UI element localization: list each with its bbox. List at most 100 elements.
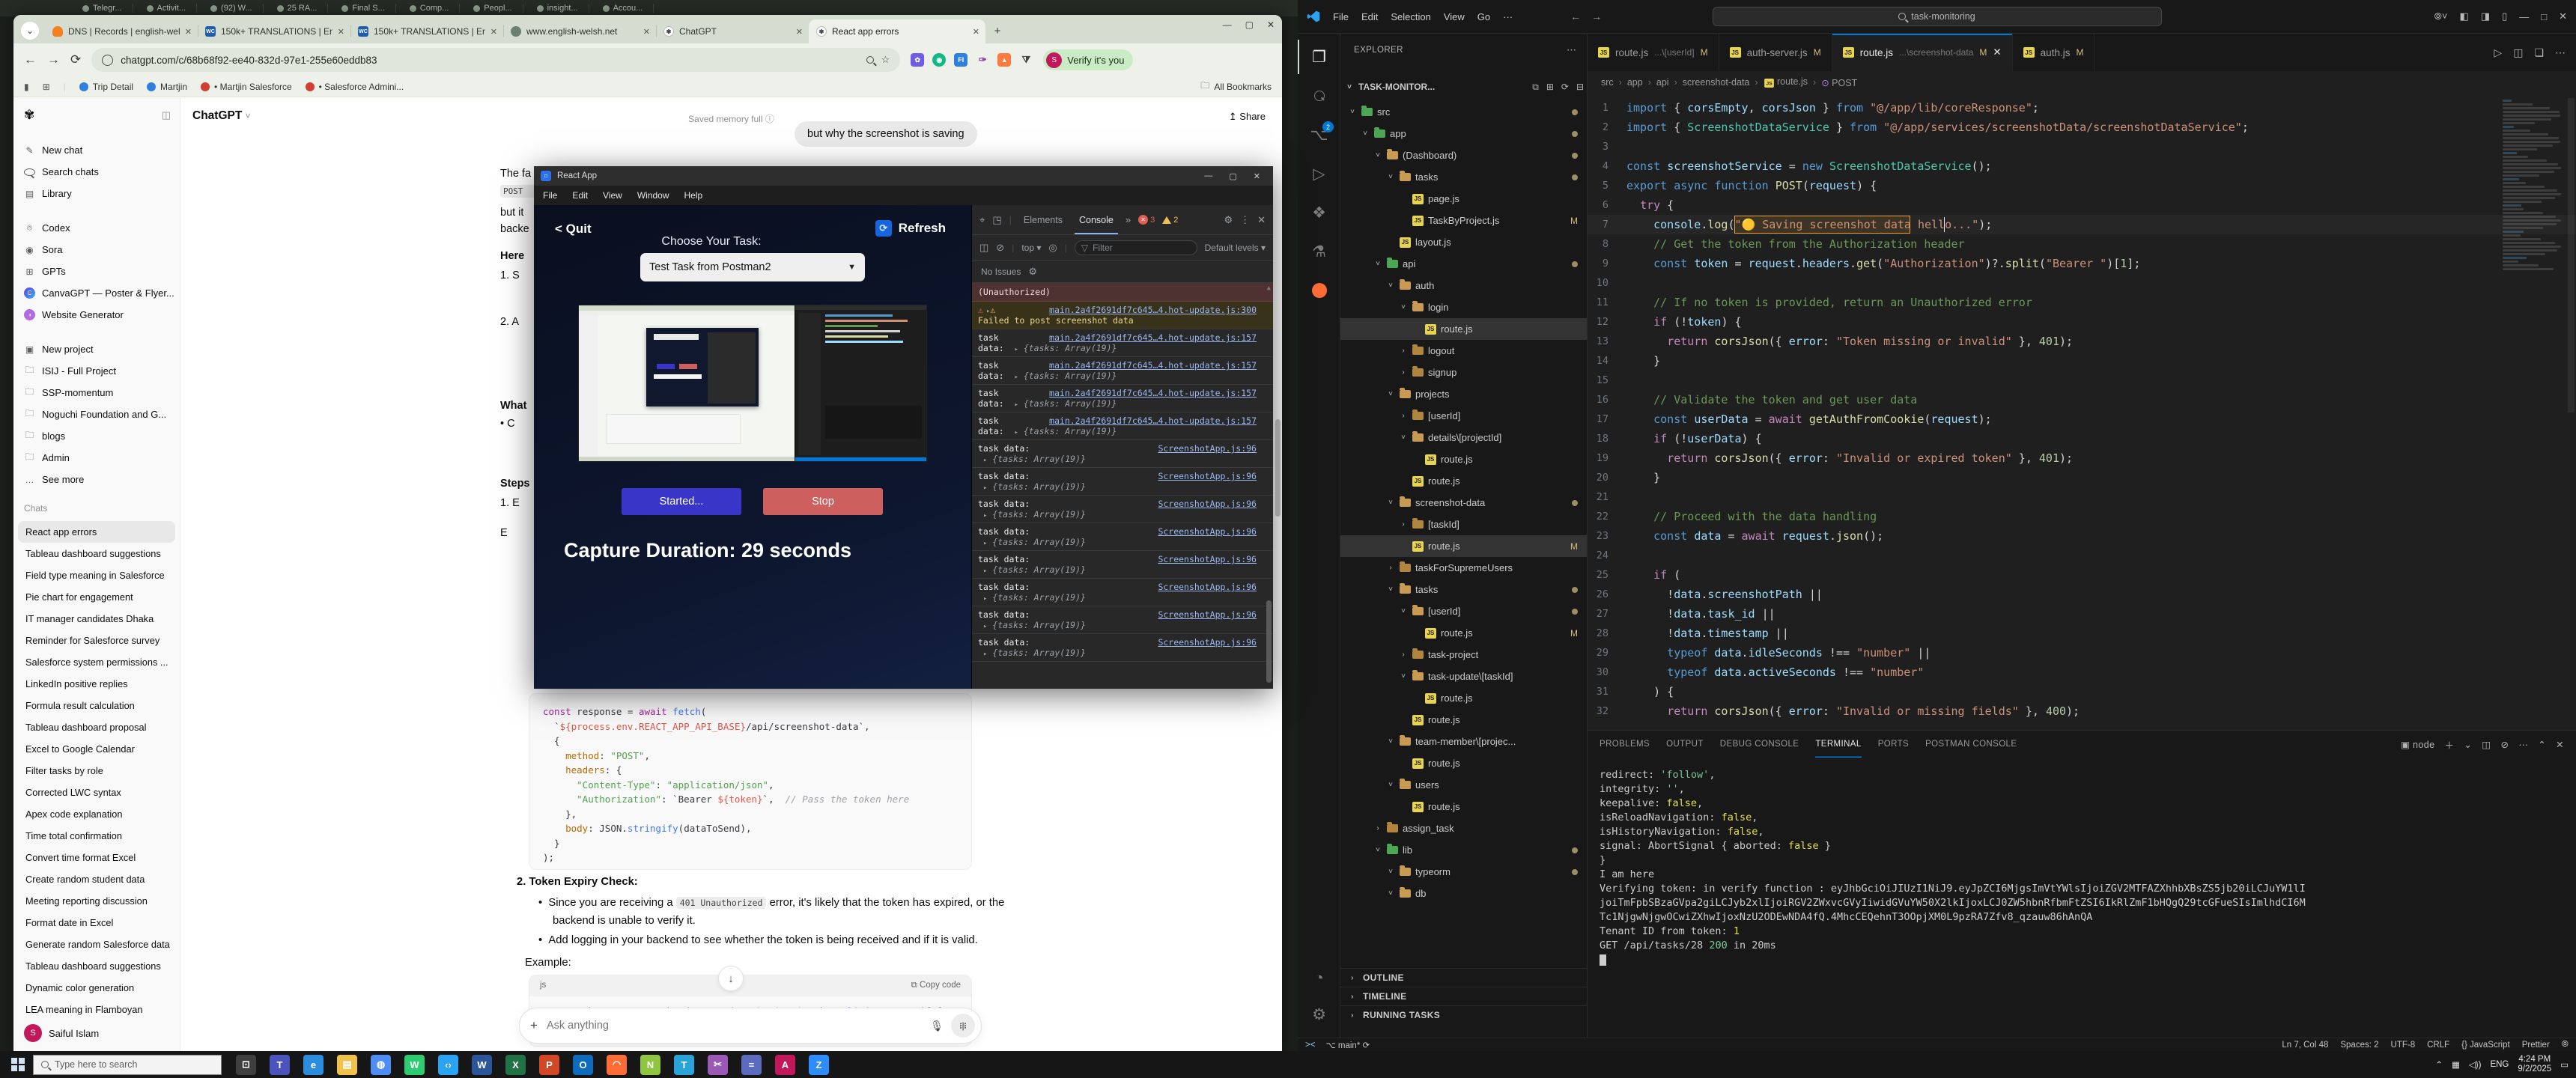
minimap[interactable] bbox=[2503, 100, 2564, 272]
pane-timeline[interactable]: ›TIMELINE bbox=[1340, 987, 1587, 1005]
menu-[interactable]: ··· bbox=[1503, 11, 1513, 22]
memory-status[interactable]: Saved memory full ⓘ bbox=[688, 112, 774, 125]
editor-tab[interactable]: JSauth.jsM bbox=[2013, 34, 2095, 71]
tree-item-logout[interactable]: ›logout bbox=[1340, 340, 1587, 362]
nav-forward-icon[interactable]: → bbox=[1591, 10, 1602, 22]
breadcrumb-item[interactable]: screenshot-data bbox=[1683, 77, 1750, 88]
chat-history-item[interactable]: React app errors bbox=[18, 521, 175, 543]
chat-history-item[interactable]: Apex code explanation bbox=[18, 803, 175, 825]
code-line[interactable]: 32 return corsJson({ error: "Invalid or … bbox=[1588, 701, 2576, 721]
tree-item-app[interactable]: ˅app bbox=[1340, 123, 1587, 144]
chat-history-item[interactable]: Salesforce system permissions ... bbox=[18, 651, 175, 673]
panel-icon[interactable]: ❏ bbox=[2534, 46, 2544, 59]
panel-tab-postman-console[interactable]: POSTMAN CONSOLE bbox=[1925, 740, 2017, 749]
console-sidebar-icon[interactable]: ◫ bbox=[979, 242, 988, 254]
browser-window-controls[interactable]: —▢✕ bbox=[1223, 19, 1275, 30]
error-badge[interactable]: ✕3 bbox=[1138, 215, 1155, 225]
browser-tab[interactable]: ✾ChatGPT✕ bbox=[656, 19, 809, 43]
menu-file[interactable]: File bbox=[543, 190, 557, 201]
code-line[interactable]: 1import { corsEmpty, corsJson } from "@/… bbox=[1588, 98, 2576, 118]
background-tab[interactable]: Accou... bbox=[592, 4, 654, 13]
taskbar-icon-telegram[interactable]: T bbox=[674, 1055, 694, 1075]
code-line[interactable]: 8 // Get the token from the Authorizatio… bbox=[1588, 234, 2576, 254]
tree-item--dashboard-[interactable]: ˅(Dashboard) bbox=[1340, 144, 1587, 166]
chat-history-item[interactable]: LEA meaning in Flamboyan bbox=[18, 999, 175, 1020]
panel-tab-problems[interactable]: PROBLEMS bbox=[1600, 740, 1650, 749]
tree-item-route-js[interactable]: JSroute.js bbox=[1340, 687, 1587, 709]
chat-history-item[interactable]: Tableau dashboard proposal bbox=[18, 716, 175, 738]
extensions-icon[interactable]: ❖ bbox=[1298, 195, 1340, 230]
background-tab[interactable]: 25 RA... bbox=[267, 4, 329, 13]
source-link[interactable]: main.2a4f2691df7c645…4.hot-update.js:157 bbox=[1049, 415, 1257, 426]
console-log-entry[interactable]: task data:ScreenshotApp.js:96 ▸ {tasks: … bbox=[972, 579, 1273, 606]
breadcrumb-item[interactable]: ⊙ POST bbox=[1821, 77, 1857, 88]
status-item[interactable]: {} JavaScript bbox=[2461, 1041, 2510, 1050]
model-selector[interactable]: ChatGPT ˅ bbox=[192, 109, 251, 123]
eye-icon[interactable]: ◎ bbox=[1048, 242, 1057, 254]
code-line[interactable]: 15 bbox=[1588, 371, 2576, 390]
split-editor-icon[interactable]: ◫ bbox=[2513, 46, 2523, 59]
tab-close-icon[interactable]: ✕ bbox=[185, 27, 192, 37]
tree-item-assign_task[interactable]: ›assign_task bbox=[1340, 817, 1587, 839]
sidebar-collapse-icon[interactable]: ◫ bbox=[162, 109, 171, 121]
editor-tab[interactable]: JSauth-server.jsM bbox=[1719, 34, 1832, 71]
tab-console[interactable]: Console bbox=[1075, 205, 1118, 234]
search-icon[interactable] bbox=[1298, 79, 1340, 113]
page-scrollbar-thumb[interactable] bbox=[1275, 419, 1281, 517]
code-line[interactable]: 26 !data.screenshotPath || bbox=[1588, 585, 2576, 604]
menu-help[interactable]: Help bbox=[684, 190, 703, 201]
editor-tab[interactable]: JSroute.js...\[userId]M bbox=[1588, 34, 1719, 71]
console-log-entry[interactable]: taskmain.2a4f2691df7c645…4.hot-update.js… bbox=[972, 385, 1273, 412]
console-filter-input[interactable]: ▽Filter bbox=[1075, 240, 1197, 255]
explorer-icon[interactable]: ❐ bbox=[1298, 40, 1340, 74]
pane-outline[interactable]: ›OUTLINE bbox=[1340, 968, 1587, 987]
site-info-icon[interactable] bbox=[102, 55, 113, 66]
tree-item-route-js[interactable]: JSroute.js bbox=[1340, 448, 1587, 470]
code-line[interactable]: 27 !data.task_id || bbox=[1588, 604, 2576, 624]
tray-expand-icon[interactable]: ⌃ bbox=[2435, 1059, 2443, 1070]
copy-code-button[interactable]: ⧉ Copy code bbox=[911, 978, 961, 993]
breadcrumb-item[interactable]: api bbox=[1656, 77, 1669, 88]
bookmark-item[interactable]: Martjin bbox=[147, 82, 187, 92]
console-error-group[interactable]: (Unauthorized) bbox=[972, 283, 1273, 302]
console-log-entry[interactable]: taskmain.2a4f2691df7c645…4.hot-update.js… bbox=[972, 357, 1273, 385]
message-input[interactable] bbox=[545, 1019, 923, 1032]
taskbar-icon-task-view[interactable]: ⊡ bbox=[236, 1055, 256, 1075]
copilot-status-icon[interactable]: ⦾ bbox=[2562, 1040, 2569, 1050]
tree-item-layout-js[interactable]: JSlayout.js bbox=[1340, 231, 1587, 253]
breadcrumb-item[interactable]: src bbox=[1601, 77, 1614, 88]
chat-history-item[interactable]: Convert time format Excel bbox=[18, 847, 175, 868]
background-tab[interactable]: Telegr... bbox=[72, 4, 133, 13]
taskbar-icon-outlook[interactable]: O bbox=[573, 1055, 593, 1075]
tree-item-route-js[interactable]: JSroute.jsM bbox=[1340, 622, 1587, 644]
reading-list-icon[interactable]: ▮ bbox=[24, 82, 29, 92]
chat-history-item[interactable]: Reminder for Salesforce survey bbox=[18, 630, 175, 651]
sidebar-item[interactable]: Search chats bbox=[18, 161, 175, 183]
chat-history-item[interactable]: Generate random Salesforce data bbox=[18, 934, 175, 955]
collapse-all-icon[interactable]: ⊟ bbox=[1576, 82, 1584, 93]
chat-history-item[interactable]: Pie chart for engagement bbox=[18, 586, 175, 608]
tab-close-icon[interactable]: ✕ bbox=[490, 27, 497, 37]
tree-item-screenshot-data[interactable]: ˅screenshot-data bbox=[1340, 492, 1587, 514]
chat-history-item[interactable]: Create random student data bbox=[18, 868, 175, 890]
code-line[interactable]: 10 bbox=[1588, 273, 2576, 293]
remote-indicator[interactable]: >< bbox=[1305, 1041, 1315, 1050]
menu-file[interactable]: File bbox=[1333, 11, 1349, 22]
source-link[interactable]: ScreenshotApp.js:96 bbox=[1158, 609, 1257, 620]
bookmark-item[interactable]: Trip Detail bbox=[79, 82, 133, 92]
copilot-icon[interactable]: ⦾˅ bbox=[2434, 10, 2447, 22]
account-icon[interactable]: ◔ bbox=[1298, 961, 1340, 996]
close-icon[interactable]: ✕ bbox=[2559, 10, 2567, 22]
code-line[interactable]: 31 ) { bbox=[1588, 682, 2576, 701]
tree-item-taskbyproject-js[interactable]: JSTaskByProject.jsM bbox=[1340, 210, 1587, 231]
sidebar-project-item[interactable]: 🗀ISIJ - Full Project bbox=[18, 360, 175, 382]
chat-history-item[interactable]: LinkedIn positive replies bbox=[18, 673, 175, 695]
tab-close-icon[interactable]: ✕ bbox=[796, 27, 803, 37]
panel-tab-output[interactable]: OUTPUT bbox=[1666, 740, 1704, 749]
close-icon[interactable]: ✕ bbox=[1267, 19, 1275, 30]
device-toolbar-icon[interactable]: ◳ bbox=[992, 214, 1001, 226]
tab-close-icon[interactable]: ✕ bbox=[1993, 46, 2001, 58]
tree-item-login[interactable]: ˅login bbox=[1340, 296, 1587, 318]
code-line[interactable]: 4const screenshotService = new Screensho… bbox=[1588, 156, 2576, 176]
background-tab[interactable]: (92) W... bbox=[200, 4, 264, 13]
